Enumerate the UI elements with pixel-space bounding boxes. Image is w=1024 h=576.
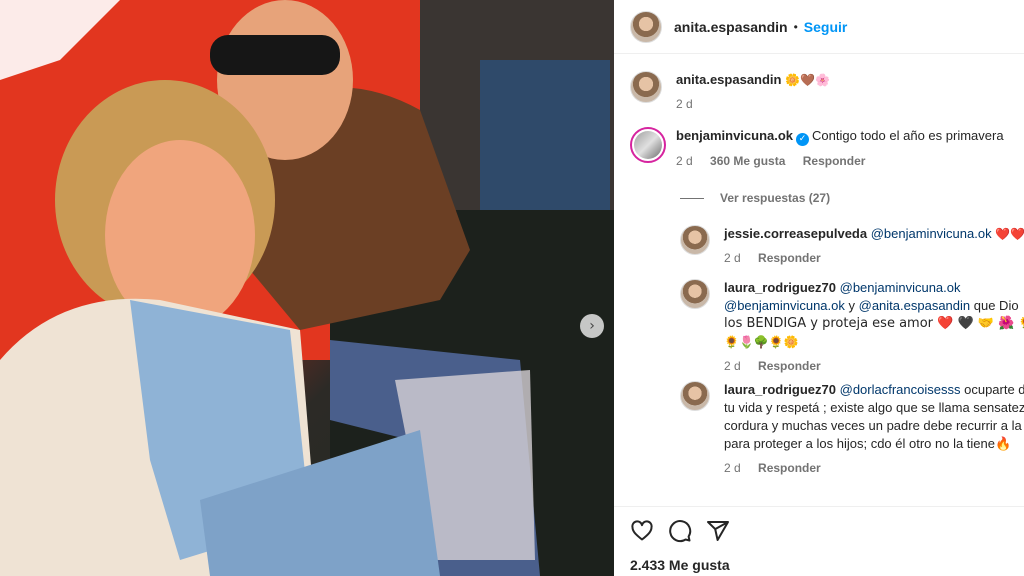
follow-button[interactable]: Seguir xyxy=(804,19,848,35)
chevron-right-icon[interactable]: › xyxy=(580,314,604,338)
author-avatar[interactable] xyxy=(630,10,662,43)
likes-count[interactable]: 2.433 Me gusta xyxy=(630,557,730,573)
avatar[interactable] xyxy=(680,225,710,255)
reply-button[interactable]: Responder xyxy=(803,154,866,168)
mention-link[interactable]: @benjaminvicuna.ok xyxy=(724,298,845,313)
reply-emoji-line: 🌻🌷🌳🌻🌼 xyxy=(724,335,799,349)
reply-time: 2 d xyxy=(724,461,741,475)
heart-icon[interactable] xyxy=(630,519,654,543)
comments-list[interactable]: anita.espasandin 🌼🤎🌸 2 d benjaminvicuna.… xyxy=(614,55,1024,505)
post-actions: 2.433 Me gusta xyxy=(614,506,1024,576)
view-replies-button[interactable]: Ver respuestas (27) xyxy=(680,191,830,205)
reply: laura_rodriguez70 @dorlacfrancoisesss oc… xyxy=(680,381,1024,477)
caption: anita.espasandin 🌼🤎🌸 2 d xyxy=(630,71,830,113)
reply-text: ocuparte d xyxy=(964,382,1024,397)
reply-username[interactable]: jessie.correasepulveda xyxy=(724,226,867,241)
avatar[interactable] xyxy=(630,127,666,163)
post-header: anita.espasandin • Seguir xyxy=(614,0,1024,54)
comment-icon[interactable] xyxy=(668,519,692,543)
reply-time: 2 d xyxy=(724,251,741,265)
comment-time: 2 d xyxy=(676,97,693,111)
reply: laura_rodriguez70 @benjaminvicuna.ok @be… xyxy=(680,279,1024,375)
comment-time: 2 d xyxy=(676,154,693,168)
comment-username[interactable]: anita.espasandin xyxy=(676,72,781,87)
photo-illustration xyxy=(0,0,614,576)
reply-text: y xyxy=(848,298,856,313)
verified-badge-icon: ✓ xyxy=(796,133,810,146)
reply-text: ❤️❤️ xyxy=(995,227,1024,241)
comment-username[interactable]: benjaminvicuna.ok xyxy=(676,128,793,143)
separator-dot: • xyxy=(793,19,798,34)
reply-button[interactable]: Responder xyxy=(758,251,821,265)
comment-text: 🌼🤎🌸 xyxy=(785,73,830,87)
reply-text: que Dio xyxy=(973,298,1019,313)
comment-text: Contigo todo el año es primavera xyxy=(812,128,1004,143)
mention-link[interactable]: @anita.espasandin xyxy=(859,298,971,313)
reply-text: tu vida y respetá ; existe algo que se l… xyxy=(724,400,1024,415)
reply-text: para proteger a los hijos; cdo él otro n… xyxy=(724,436,1012,451)
avatar[interactable] xyxy=(680,381,710,411)
reply-text: los BENDIGA y proteja ese amor ❤️ 🖤 🤝 🌺 … xyxy=(724,316,1024,331)
avatar[interactable] xyxy=(680,279,710,309)
mention-link[interactable]: @benjaminvicuna.ok xyxy=(840,280,961,295)
author-username[interactable]: anita.espasandin xyxy=(674,19,788,35)
post-photo[interactable]: › xyxy=(0,0,614,576)
reply-button[interactable]: Responder xyxy=(758,461,821,475)
reply-username[interactable]: laura_rodriguez70 xyxy=(724,280,836,295)
reply-button[interactable]: Responder xyxy=(758,359,821,373)
comment: benjaminvicuna.ok ✓ Contigo todo el año es… xyxy=(630,127,1004,170)
reply-time: 2 d xyxy=(724,359,741,373)
share-icon[interactable] xyxy=(706,519,730,543)
mention-link[interactable]: @benjaminvicuna.ok xyxy=(871,226,992,241)
post-sidebar: anita.espasandin • Seguir anita.espasand… xyxy=(614,0,1024,576)
view-replies-label: Ver respuestas (27) xyxy=(720,191,831,205)
avatar[interactable] xyxy=(630,71,662,103)
reply-text: cordura y muchas veces un padre debe rec… xyxy=(724,418,1022,433)
comment-likes[interactable]: 360 Me gusta xyxy=(710,154,785,168)
mention-link[interactable]: @dorlacfrancoisesss xyxy=(840,382,961,397)
reply: jessie.correasepulveda @benjaminvicuna.o… xyxy=(680,225,1024,267)
reply-username[interactable]: laura_rodriguez70 xyxy=(724,382,836,397)
divider xyxy=(680,197,704,199)
